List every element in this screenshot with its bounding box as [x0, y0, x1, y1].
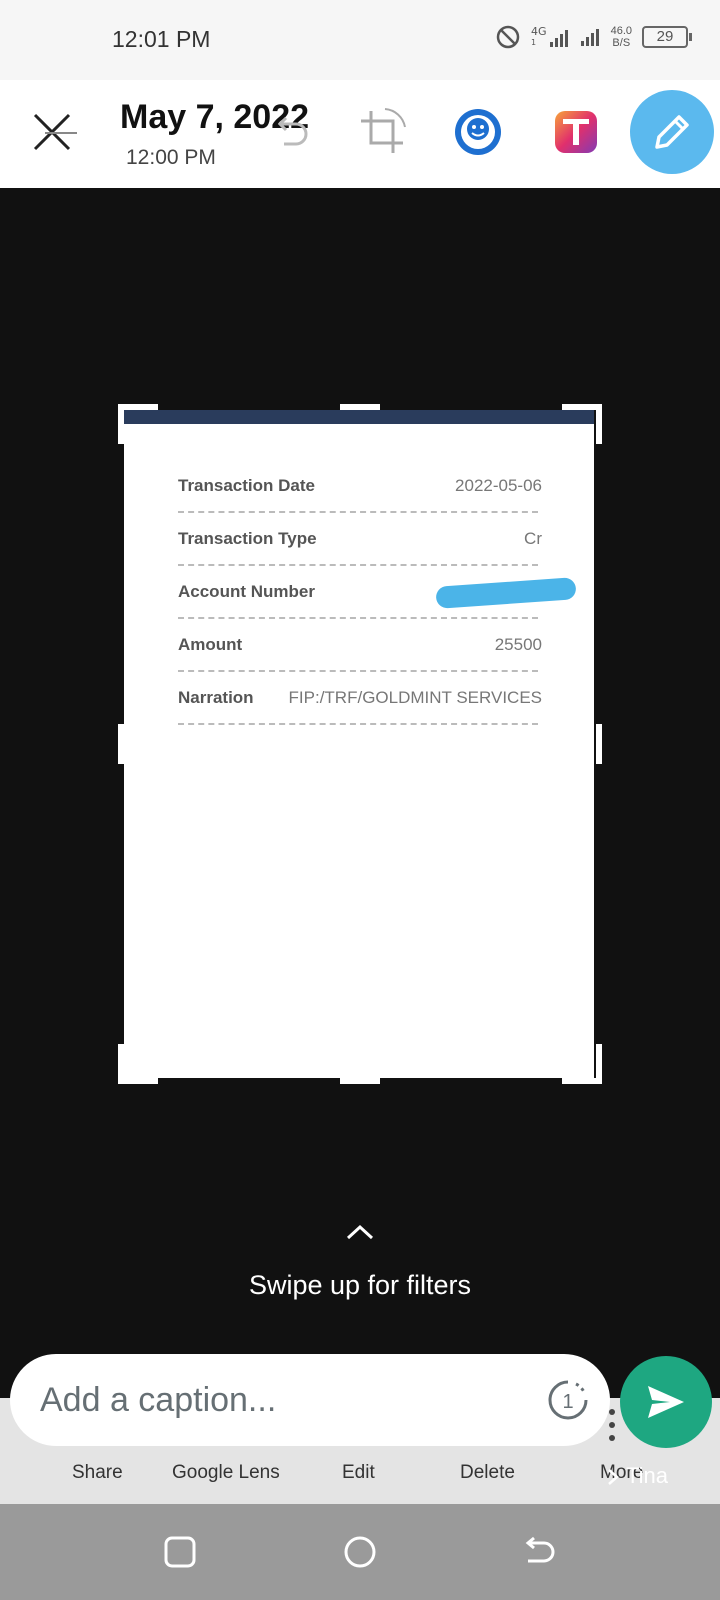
row-value: 25500: [494, 635, 542, 654]
send-icon: [648, 1386, 684, 1418]
network-speed: 46.0 B/S: [610, 25, 632, 49]
crop-handle-top-left[interactable]: [118, 404, 158, 444]
delete-label: Delete: [460, 1462, 515, 1483]
close-icon: [33, 113, 77, 151]
row-value: FIP:/TRF/GOLDMINT SERVICES: [288, 688, 542, 707]
pencil-icon: [655, 115, 689, 149]
caption-bar: 1: [10, 1354, 610, 1446]
system-nav-bar: [0, 1504, 720, 1600]
crop-rotate-icon: [361, 108, 406, 153]
text-icon: [555, 111, 597, 153]
draw-button[interactable]: [630, 90, 714, 174]
back-button[interactable]: [514, 1526, 566, 1578]
recents-icon: [164, 1536, 196, 1568]
edit-label: Edit: [342, 1462, 375, 1483]
receipt-row: Transaction Date 2022-05-06: [178, 460, 542, 513]
undo-button[interactable]: [262, 102, 322, 162]
status-icons: 4G 1 46.0 B/S 29: [495, 24, 692, 50]
sticker-button[interactable]: [448, 102, 508, 162]
google-lens-label: Google Lens: [172, 1462, 280, 1483]
view-once-label: 1: [562, 1391, 573, 1413]
crop-handle-top-right[interactable]: [562, 404, 602, 444]
status-bar: 12:01 PM 4G 1 46.0 B/S 29: [0, 0, 720, 80]
image-preview[interactable]: Transaction Date 2022-05-06 Transaction …: [118, 404, 602, 1084]
view-once-button[interactable]: 1: [542, 1374, 594, 1426]
receipt-rows: Transaction Date 2022-05-06 Transaction …: [178, 460, 577, 725]
network-4g: 4G 1: [531, 26, 569, 48]
share-label: Share: [72, 1462, 123, 1483]
redaction-mark: [435, 577, 577, 609]
receipt-row: Amount 25500: [178, 619, 542, 672]
row-value: Cr: [524, 529, 542, 548]
home-icon: [344, 1536, 376, 1568]
filters-hint[interactable]: Swipe up for filters: [0, 1270, 720, 1301]
text-button[interactable]: [546, 102, 606, 162]
row-label: Amount: [178, 635, 243, 654]
signal-icon: [549, 30, 568, 47]
caption-input[interactable]: [40, 1374, 510, 1426]
recents-button[interactable]: [154, 1526, 206, 1578]
receipt-row: Account Number: [178, 566, 577, 619]
transaction-receipt: Transaction Date 2022-05-06 Transaction …: [124, 410, 594, 1078]
crop-handle-top[interactable]: [340, 404, 380, 410]
crop-handle-bottom-left[interactable]: [118, 1044, 158, 1084]
editor-header: May 7, 2022 12:00 PM: [0, 80, 720, 188]
back-icon: [525, 1536, 555, 1563]
row-label: Narration: [178, 688, 254, 707]
crop-handle-left[interactable]: [118, 724, 124, 764]
row-label: Transaction Date: [178, 476, 315, 495]
crop-rotate-button[interactable]: [352, 102, 412, 162]
status-time: 12:01 PM: [112, 26, 211, 52]
media-time: 12:00 PM: [126, 146, 216, 169]
receipt-row: Narration FIP:/TRF/GOLDMINT SERVICES: [178, 672, 542, 725]
undo-icon: [277, 116, 308, 146]
crop-handle-bottom[interactable]: [340, 1078, 380, 1084]
battery-indicator: 29: [642, 26, 692, 48]
receipt-row: Transaction Type Cr: [178, 513, 542, 566]
chevron-up-icon[interactable]: [344, 1222, 376, 1242]
crop-handle-bottom-right[interactable]: [562, 1044, 602, 1084]
close-button[interactable]: [22, 102, 82, 162]
home-button[interactable]: [334, 1526, 386, 1578]
signal-icon-2: [580, 29, 599, 46]
row-label: Transaction Type: [178, 529, 317, 548]
receipt-header-bar: [124, 410, 594, 424]
do-not-disturb-icon: [496, 25, 520, 49]
row-label: Account Number: [178, 582, 315, 601]
recipient-name[interactable]: Tina: [626, 1463, 668, 1489]
row-value: 2022-05-06: [455, 476, 542, 495]
crop-handle-right[interactable]: [596, 724, 602, 764]
send-button[interactable]: [620, 1356, 712, 1448]
sticker-icon: [455, 109, 501, 155]
chevron-right-icon: [608, 1469, 619, 1485]
view-once-icon: 1: [548, 1380, 588, 1420]
